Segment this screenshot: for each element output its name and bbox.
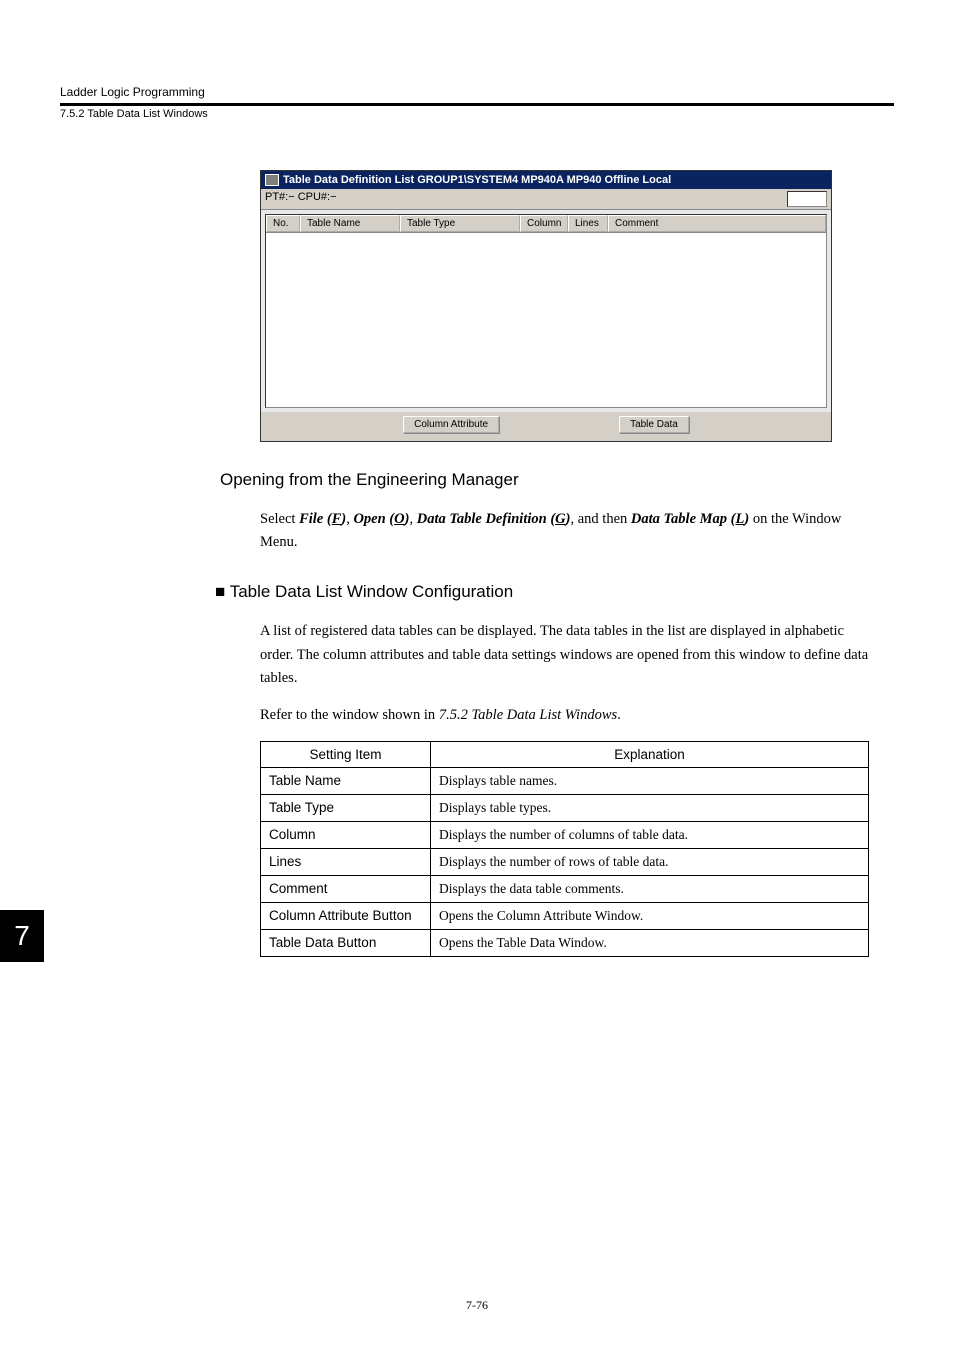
subheading-opening: Opening from the Engineering Manager (220, 470, 869, 490)
button-row: Column Attribute Table Data (261, 412, 831, 441)
th-explanation: Explanation (431, 742, 869, 768)
col-comment[interactable]: Comment (608, 215, 826, 232)
status-field (787, 191, 827, 207)
table-row: Table TypeDisplays table types. (261, 795, 869, 822)
table-row: Table Data ButtonOpens the Table Data Wi… (261, 930, 869, 957)
table-row: Column Attribute ButtonOpens the Column … (261, 903, 869, 930)
page-number: 7-76 (0, 1298, 954, 1313)
table-row: LinesDisplays the number of rows of tabl… (261, 849, 869, 876)
table-row: CommentDisplays the data table comments. (261, 876, 869, 903)
col-lines[interactable]: Lines (568, 215, 608, 232)
col-table-name[interactable]: Table Name (300, 215, 400, 232)
th-setting-item: Setting Item (261, 742, 431, 768)
table-row: Table NameDisplays table names. (261, 768, 869, 795)
app-icon (265, 174, 279, 186)
subheading-config: Table Data List Window Configuration (215, 582, 869, 602)
side-tab: 7 (0, 910, 44, 962)
header-rule (60, 103, 894, 106)
col-no[interactable]: No. (266, 215, 300, 232)
status-text: PT#:− CPU#:− (265, 191, 337, 207)
column-attribute-button[interactable]: Column Attribute (403, 416, 499, 433)
table-data-button[interactable]: Table Data (619, 416, 689, 433)
statusbar: PT#:− CPU#:− (261, 189, 831, 210)
table-area: No. Table Name Table Type Column Lines C… (265, 214, 827, 408)
page-header: Ladder Logic Programming 7.5.2 Table Dat… (60, 85, 894, 120)
para-refer: Refer to the window shown in 7.5.2 Table… (260, 704, 869, 727)
para-config: A list of registered data tables can be … (260, 620, 869, 690)
config-table: Setting Item Explanation Table NameDispl… (260, 741, 869, 957)
section-title: 7.5.2 Table Data List Windows (60, 108, 894, 120)
col-column[interactable]: Column (520, 215, 568, 232)
col-table-type[interactable]: Table Type (400, 215, 520, 232)
table-headers: No. Table Name Table Type Column Lines C… (266, 215, 826, 233)
para-opening: Select File (F), Open (O), Data Table De… (260, 508, 869, 554)
titlebar: Table Data Definition List GROUP1\SYSTEM… (261, 171, 831, 189)
screenshot-window: Table Data Definition List GROUP1\SYSTEM… (260, 170, 832, 442)
titlebar-text: Table Data Definition List GROUP1\SYSTEM… (283, 174, 671, 186)
table-row: ColumnDisplays the number of columns of … (261, 822, 869, 849)
chapter-title: Ladder Logic Programming (60, 85, 894, 99)
content-area: Table Data Definition List GROUP1\SYSTEM… (260, 170, 869, 957)
